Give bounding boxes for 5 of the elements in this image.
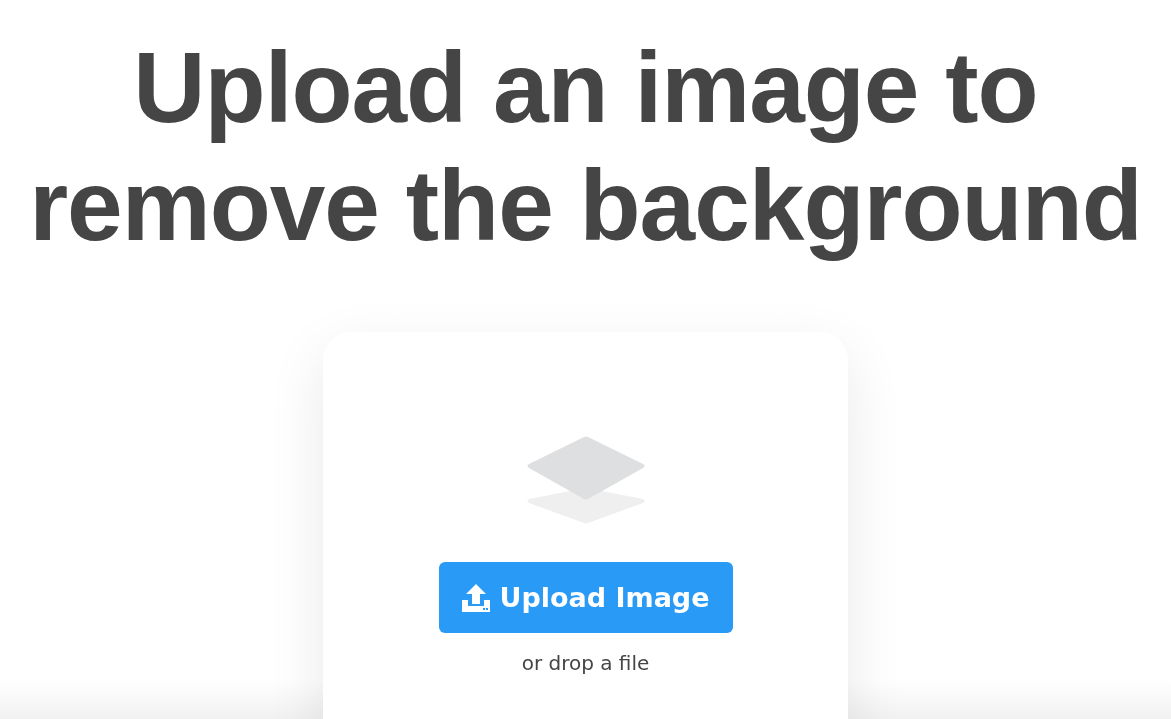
layers-icon xyxy=(525,436,646,524)
drop-hint: or drop a file xyxy=(521,651,650,675)
upload-button[interactable]: Upload Image xyxy=(438,562,733,633)
upload-icon xyxy=(461,582,492,613)
page-heading: Upload an image to remove the background xyxy=(28,30,1143,263)
